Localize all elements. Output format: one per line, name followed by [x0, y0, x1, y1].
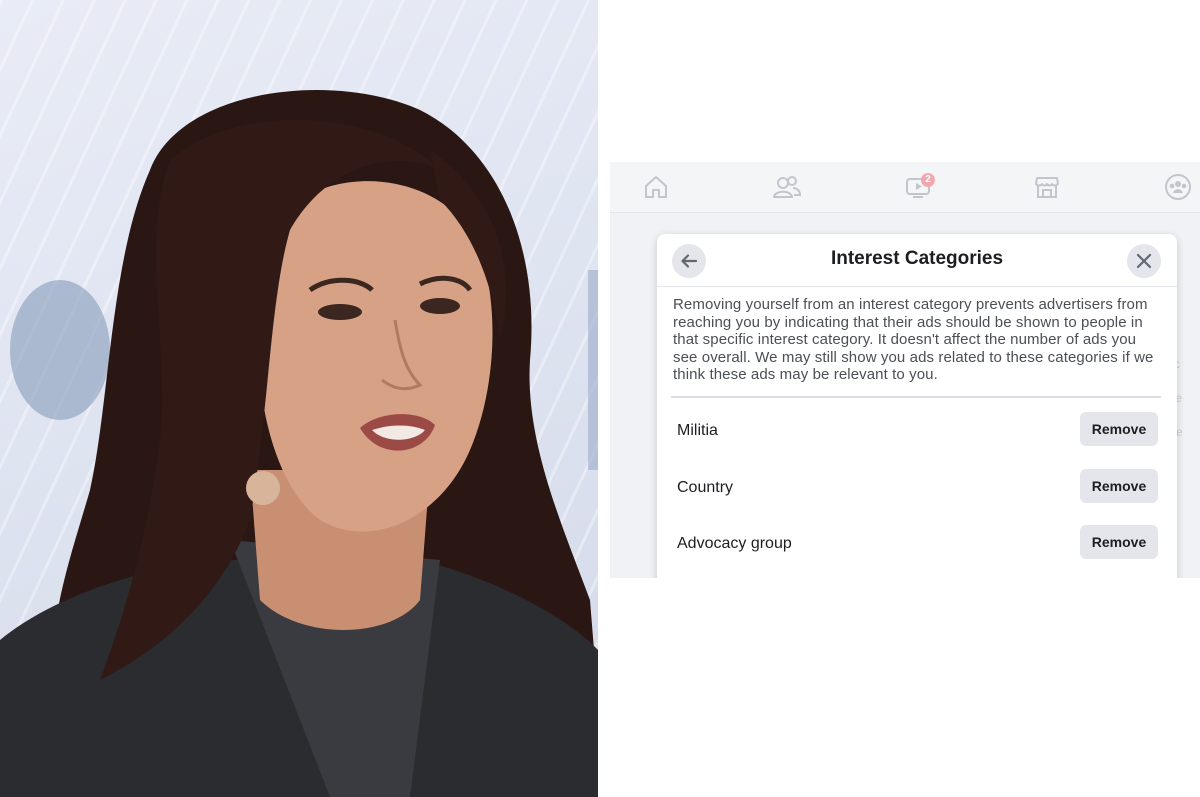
dialog-header: Interest Categories [657, 234, 1177, 287]
panel-divider [598, 0, 610, 797]
dialog-description: Removing yourself from an interest categ… [673, 296, 1154, 383]
nav-groups[interactable] [1161, 170, 1195, 204]
dialog-title: Interest Categories [830, 248, 1004, 269]
nav-marketplace[interactable] [1030, 170, 1064, 204]
nav-watch[interactable]: 2 [901, 170, 935, 204]
category-label: Militia [677, 422, 718, 439]
nav-friends[interactable] [770, 170, 804, 204]
description-divider [671, 396, 1161, 398]
category-label: Advocacy group [677, 535, 792, 552]
home-icon [645, 176, 667, 198]
speaker-illustration [0, 90, 598, 797]
interest-categories-dialog: Interest Categories Removing yourself fr… [657, 234, 1177, 578]
close-button[interactable] [1127, 244, 1161, 278]
remove-country-button[interactable]: Remove [1080, 469, 1158, 503]
close-icon [1136, 253, 1152, 269]
friends-icon [773, 176, 801, 198]
speaker-photo [0, 0, 598, 797]
category-label: Country [677, 479, 734, 496]
nav-home[interactable] [639, 170, 673, 204]
remove-advocacy-group-button[interactable]: Remove [1080, 525, 1158, 559]
remove-militia-button[interactable]: Remove [1080, 412, 1158, 446]
category-row-militia: Militia Remove [657, 404, 1177, 460]
category-row-advocacy-group: Advocacy group Remove [657, 517, 1177, 573]
watch-badge: 2 [921, 173, 935, 187]
top-navigation-bar: 2 [610, 162, 1200, 213]
facebook-screenshot: 2 ds? ave es c ave nore ata l, we ve [610, 162, 1200, 578]
marketplace-icon [1035, 177, 1059, 198]
category-row-country: Country Remove [657, 461, 1177, 517]
groups-icon [1165, 174, 1191, 200]
